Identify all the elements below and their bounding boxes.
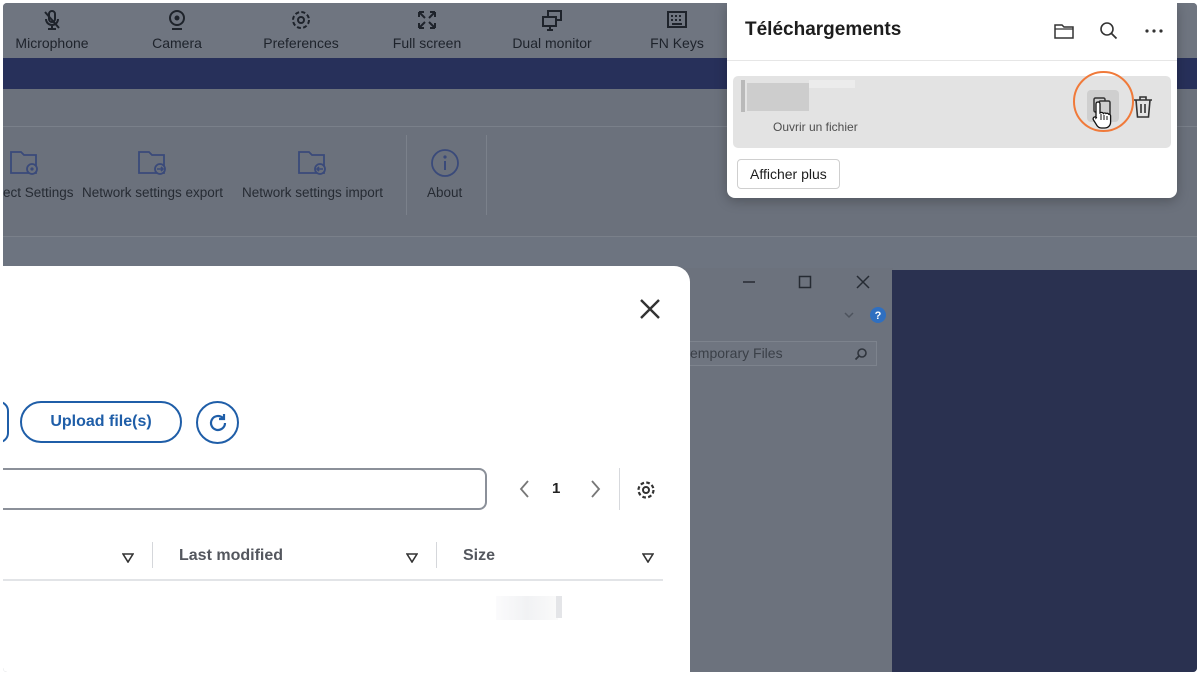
explorer-search-placeholder: emporary Files bbox=[690, 345, 783, 361]
dialog-close-button[interactable] bbox=[636, 295, 664, 323]
close-icon bbox=[856, 275, 870, 289]
toolbar-label: Full screen bbox=[392, 35, 462, 51]
explorer-search-box[interactable]: emporary Files bbox=[683, 341, 877, 366]
open-folder-button[interactable] bbox=[1053, 20, 1075, 42]
delete-download-button[interactable] bbox=[1131, 94, 1155, 120]
close-icon bbox=[640, 299, 660, 319]
toolbar-microphone-button[interactable]: Microphone bbox=[11, 9, 93, 55]
fullscreen-icon bbox=[389, 9, 465, 33]
ribbon-about-button[interactable]: About bbox=[427, 147, 462, 200]
trash-icon bbox=[1134, 96, 1152, 118]
minimize-button[interactable] bbox=[741, 274, 757, 295]
current-page-number: 1 bbox=[552, 480, 561, 497]
upload-files-button[interactable]: Upload file(s) bbox=[20, 401, 182, 443]
table-row-marker bbox=[556, 596, 562, 618]
column-separator bbox=[152, 542, 153, 568]
toolbar-label: Camera bbox=[152, 35, 202, 51]
help-icon[interactable]: ? bbox=[869, 306, 887, 329]
file-dialog: Upload file(s) 1 Last modified Size bbox=[3, 266, 690, 672]
refresh-button[interactable] bbox=[196, 401, 239, 444]
refresh-icon bbox=[209, 413, 226, 431]
ribbon-label: Network settings import bbox=[242, 185, 384, 200]
toolbar-label: Dual monitor bbox=[512, 35, 592, 51]
folder-icon bbox=[1054, 24, 1074, 39]
download-item-subtitle[interactable]: Ouvrir un fichier bbox=[773, 120, 858, 134]
column-separator bbox=[436, 542, 437, 568]
show-more-button[interactable]: Afficher plus bbox=[737, 159, 840, 189]
folder-export-icon bbox=[82, 147, 223, 179]
downloads-divider bbox=[727, 60, 1177, 61]
right-dark-panel bbox=[892, 270, 1197, 672]
ribbon-separator bbox=[406, 135, 407, 215]
file-thumbnail bbox=[741, 80, 745, 112]
minimize-icon bbox=[743, 281, 755, 283]
downloads-search-button[interactable] bbox=[1098, 20, 1120, 42]
previous-page-button[interactable] bbox=[514, 478, 536, 500]
table-header-divider bbox=[3, 579, 663, 581]
toolbar-label: Preferences bbox=[263, 35, 339, 51]
toolbar-camera-button[interactable]: Camera bbox=[145, 9, 209, 55]
microphone-icon bbox=[11, 9, 93, 33]
sort-arrow-icon[interactable] bbox=[405, 550, 419, 564]
more-horizontal-icon bbox=[1145, 29, 1163, 33]
maximize-icon bbox=[798, 275, 812, 289]
toolbar-dual-monitor-button[interactable]: Dual monitor bbox=[507, 9, 597, 55]
search-icon bbox=[1100, 22, 1118, 40]
file-name-redacted bbox=[809, 80, 855, 88]
ribbon-network-export-button[interactable]: Network settings export bbox=[82, 147, 223, 200]
folder-import-icon bbox=[242, 147, 383, 179]
toolbar-separator bbox=[619, 468, 620, 510]
ribbon-separator bbox=[486, 135, 487, 215]
partial-action-button[interactable] bbox=[3, 401, 9, 443]
settings-button[interactable] bbox=[635, 479, 657, 501]
downloads-more-button[interactable] bbox=[1143, 20, 1165, 42]
column-header-last-modified[interactable]: Last modified bbox=[179, 538, 283, 574]
ribbon-connect-settings-button[interactable]: ect Settings bbox=[3, 147, 74, 200]
svg-text:?: ? bbox=[875, 310, 882, 322]
toolbar-label: FN Keys bbox=[650, 35, 704, 51]
info-icon bbox=[427, 147, 462, 179]
hand-cursor-icon bbox=[1091, 100, 1113, 130]
window-close-button[interactable] bbox=[855, 274, 871, 295]
folder-gear-icon bbox=[3, 147, 74, 179]
maximize-button[interactable] bbox=[797, 274, 813, 295]
dual-monitor-icon bbox=[507, 9, 597, 33]
toolbar-label: Microphone bbox=[15, 35, 89, 51]
ribbon-label: About bbox=[427, 185, 463, 200]
keyboard-icon bbox=[647, 9, 707, 33]
filter-input[interactable] bbox=[3, 468, 487, 510]
chevron-left-icon bbox=[519, 480, 529, 498]
screen-frame: Microphone Camera Preferences Full scree… bbox=[3, 3, 1197, 672]
downloads-title: Téléchargements bbox=[745, 19, 902, 40]
ribbon-label: ect Settings bbox=[3, 185, 74, 200]
ribbon-label: Network settings export bbox=[82, 185, 224, 200]
search-icon bbox=[854, 348, 867, 361]
toolbar-fullscreen-button[interactable]: Full screen bbox=[389, 9, 465, 55]
camera-icon bbox=[145, 9, 209, 33]
toolbar-preferences-button[interactable]: Preferences bbox=[259, 9, 343, 55]
chevron-right-icon bbox=[591, 480, 601, 498]
sort-arrow-icon[interactable] bbox=[121, 550, 135, 564]
chevron-down-icon[interactable] bbox=[843, 308, 855, 326]
gear-icon bbox=[259, 9, 343, 33]
table-row[interactable] bbox=[496, 596, 558, 620]
ribbon-network-import-button[interactable]: Network settings import bbox=[242, 147, 383, 200]
sort-arrow-icon[interactable] bbox=[641, 550, 655, 564]
toolbar-fn-keys-button[interactable]: FN Keys bbox=[647, 9, 707, 55]
column-header-size[interactable]: Size bbox=[463, 538, 495, 574]
file-name-redacted bbox=[747, 83, 809, 111]
gear-icon bbox=[637, 481, 655, 499]
next-page-button[interactable] bbox=[584, 478, 606, 500]
